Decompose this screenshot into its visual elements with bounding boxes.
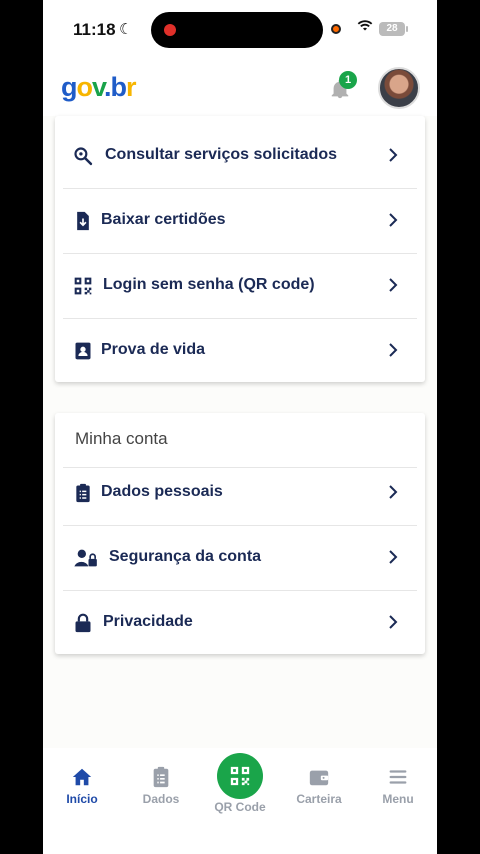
tab-label: Carteira [296,792,342,806]
menu-item-consultar-servicos[interactable]: Consultar serviços solicitados [63,124,417,189]
menu-item-seguranca-conta[interactable]: Segurança da conta [63,526,417,591]
menu-item-login-qr[interactable]: Login sem senha (QR code) [63,254,417,319]
app-header: gov.br 1 [43,60,437,116]
id-badge-icon [75,342,91,360]
menu-item-privacidade[interactable]: Privacidade [63,591,417,656]
avatar[interactable] [378,67,420,109]
tab-label: Início [66,792,98,806]
clipboard-list-icon [76,483,90,503]
tab-dados[interactable]: Dados [129,766,193,806]
tab-label: Dados [142,792,180,806]
menu-item-label: Consultar serviços solicitados [105,146,338,163]
chevron-right-icon [389,550,398,564]
hamburger-icon [389,770,407,784]
chevron-right-icon [389,213,398,227]
menu-item-dados-pessoais[interactable]: Dados pessoais [63,461,417,526]
chevron-right-icon [389,343,398,357]
menu-item-prova-de-vida[interactable]: Prova de vida [63,319,417,384]
status-time: 11:18 [73,20,116,39]
battery-indicator: 28 [379,22,408,36]
clipboard-icon [153,766,169,788]
menu-item-label: Prova de vida [101,341,206,358]
chevron-right-icon [389,485,398,499]
qrcode-icon [230,766,250,786]
status-bar: 11:18 ☾ 28 [43,0,437,60]
tab-menu[interactable]: Menu [366,766,430,806]
tab-inicio[interactable]: Início [50,766,114,806]
user-lock-icon [74,549,97,567]
account-card: Minha conta Dados pessoais Segurança da … [55,413,425,654]
file-download-icon [77,211,89,231]
camera-indicator-icon [331,24,341,34]
tab-label: QR Code [214,800,266,814]
menu-item-label: Segurança da conta [109,548,262,565]
lock-icon [75,613,91,633]
search-zoom-icon [74,147,93,166]
bottom-tab-bar: Início Dados QR Code Carteira Menu [43,748,437,854]
govbr-logo[interactable]: gov.br [61,72,136,103]
chevron-right-icon [389,615,398,629]
menu-item-label: Login sem senha (QR code) [103,276,315,293]
moon-icon: ☾ [119,21,133,38]
menu-item-baixar-certidoes[interactable]: Baixar certidões [63,189,417,254]
notification-badge: 1 [339,71,357,89]
dynamic-island [151,12,323,48]
tab-carteira[interactable]: Carteira [287,766,351,806]
menu-item-label: Baixar certidões [101,211,226,228]
chevron-right-icon [389,148,398,162]
menu-item-label: Dados pessoais [101,483,223,500]
qr-code-button[interactable] [217,753,263,799]
menu-item-label: Privacidade [103,613,193,630]
phone-screen: 11:18 ☾ 28 gov.br 1 Consultar serviços s… [43,0,437,854]
wifi-icon [357,18,373,36]
recording-indicator-icon [164,24,176,36]
qrcode-icon [74,277,92,295]
section-title: Minha conta [75,429,168,448]
tab-label: Menu [382,792,414,806]
services-card: Consultar serviços solicitados Baixar ce… [55,116,425,382]
chevron-right-icon [389,278,398,292]
home-icon [72,768,92,786]
wallet-icon [309,770,329,786]
